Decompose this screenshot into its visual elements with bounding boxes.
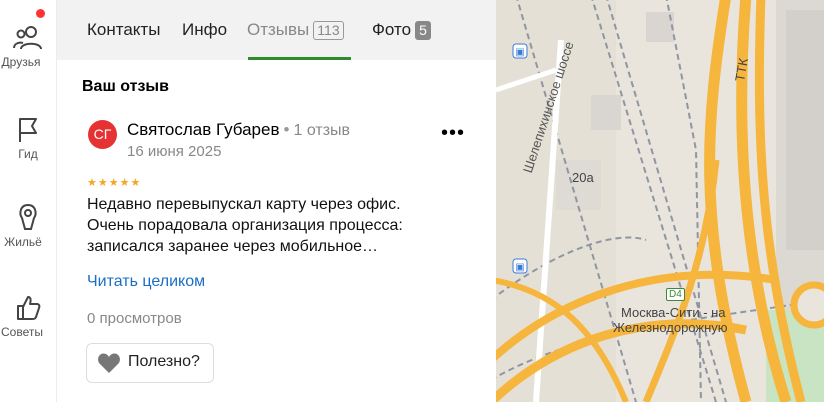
more-options-icon[interactable]: ••• <box>441 122 465 145</box>
station-label-line1[interactable]: Москва-Сити - на <box>621 305 726 320</box>
rating-stars: ★★★★★ <box>87 177 142 189</box>
rail-label-guide: Гид <box>18 147 38 161</box>
review-author: Святослав Губарев • 1 отзыв <box>127 120 350 140</box>
rail-label-tips: Советы <box>1 325 43 339</box>
heart-icon <box>98 353 120 373</box>
tab-info-label: Инфо <box>182 20 228 39</box>
friends-icon <box>13 26 42 50</box>
thumbs-up-icon <box>17 296 41 320</box>
tab-reviews-label: Отзывы <box>247 20 310 39</box>
station-badge: D4 <box>666 288 685 301</box>
review-text: Недавно перевыпускал карту через офис. О… <box>87 196 403 255</box>
your-review-heading: Ваш отзыв <box>82 78 169 95</box>
rail-item-housing[interactable]: Жильё <box>0 202 56 249</box>
avatar[interactable]: СГ <box>88 120 117 149</box>
tab-info[interactable]: Инфо <box>182 20 227 40</box>
flag-icon <box>19 118 37 142</box>
rail-item-guide[interactable]: Гид <box>0 116 56 161</box>
tab-reviews[interactable]: Отзывы 113 <box>247 20 344 40</box>
review-date: 16 июня 2025 <box>127 143 222 160</box>
author-name[interactable]: Святослав Губарев <box>127 120 280 139</box>
reviews-count-badge: 113 <box>313 21 344 40</box>
building-number: 20а <box>572 170 594 185</box>
map-canvas: ▣ ▣ <box>496 0 824 402</box>
review-panel: Ваш отзыв СГ Святослав Губарев • 1 отзыв 1… <box>57 60 496 402</box>
author-separator: • <box>283 120 290 139</box>
station-label-line2[interactable]: Железнодорожную <box>613 320 728 335</box>
photos-count-badge: 5 <box>415 21 431 40</box>
left-rail: Друзья Гид Жильё Советы <box>0 0 57 402</box>
rail-label-friends: Друзья <box>1 55 41 69</box>
tab-contacts[interactable]: Контакты <box>87 20 160 40</box>
useful-label: Полезно? <box>128 353 200 370</box>
svg-text:▣: ▣ <box>515 47 524 58</box>
read-more-link[interactable]: Читать целиком <box>87 273 205 291</box>
views-count: 0 просмотров <box>87 310 182 327</box>
tab-bar: Контакты Инфо Отзывы 113 Фото 5 <box>57 0 496 60</box>
author-review-count: 1 отзыв <box>293 122 351 139</box>
tab-photos-label: Фото <box>372 20 412 39</box>
rail-label-housing: Жильё <box>4 235 42 249</box>
svg-text:▣: ▣ <box>515 262 524 273</box>
tab-photos[interactable]: Фото 5 <box>372 20 431 40</box>
tab-contacts-label: Контакты <box>87 20 161 39</box>
rail-item-friends[interactable]: Друзья <box>0 24 56 69</box>
notification-dot <box>36 9 45 18</box>
housing-icon <box>19 203 37 230</box>
map[interactable]: ▣ ▣ Шелепихинское шоссе 20а ТТК D4 Москв… <box>496 0 824 402</box>
rail-item-tips[interactable]: Советы <box>0 294 56 339</box>
useful-button[interactable]: Полезно? <box>86 343 214 383</box>
